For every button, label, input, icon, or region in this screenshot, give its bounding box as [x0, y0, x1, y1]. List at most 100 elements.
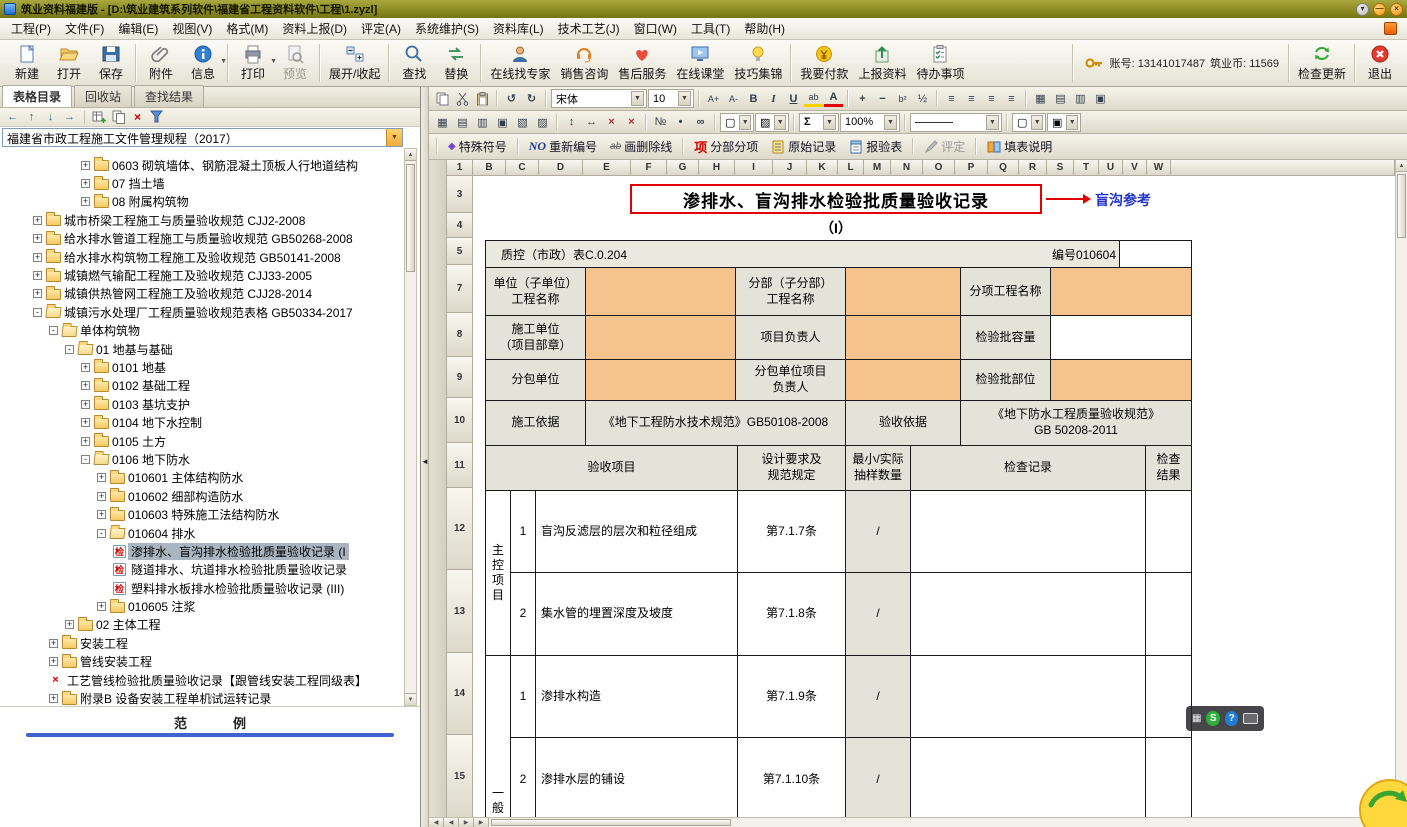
- italic-icon[interactable]: I: [764, 89, 783, 108]
- menu-item-system-maintain[interactable]: 系统维护(S): [408, 18, 486, 39]
- column-header[interactable]: H: [699, 160, 735, 176]
- column-header[interactable]: E: [583, 160, 631, 176]
- tree-item-label[interactable]: 0106 地下防水: [109, 451, 193, 468]
- expand-collapse-button[interactable]: 展开/收起: [324, 42, 385, 84]
- tree-item-label[interactable]: 塑料排水板排水检验批质量验收记录 (III): [128, 580, 347, 597]
- font-size-combo[interactable]: 10▼: [648, 89, 694, 108]
- tree-item-label[interactable]: 工艺管线检验批质量验收记录【跟管线安装工程同级表】: [64, 672, 370, 689]
- bold-icon[interactable]: B: [744, 89, 763, 108]
- item-record-cell[interactable]: [911, 491, 1146, 572]
- nav-up-icon[interactable]: ↑: [23, 109, 40, 125]
- tree-item-label[interactable]: 0105 土方: [109, 433, 169, 450]
- tree-expand-icon[interactable]: +: [33, 271, 42, 280]
- open-button[interactable]: 打开: [48, 42, 90, 84]
- column-header[interactable]: P: [955, 160, 988, 176]
- add-table-icon[interactable]: [91, 109, 108, 125]
- tree-expand-icon[interactable]: +: [49, 639, 58, 648]
- row-header[interactable]: 5: [447, 238, 473, 265]
- tree-expand-icon[interactable]: +: [49, 657, 58, 666]
- item-record-cell[interactable]: [911, 738, 1146, 817]
- tree-expand-icon[interactable]: +: [81, 400, 90, 409]
- chevron-down-icon[interactable]: ▼: [823, 115, 836, 130]
- tree-collapse-icon[interactable]: -: [33, 308, 42, 317]
- shape-combo[interactable]: ▢▼: [1012, 113, 1046, 132]
- row-header[interactable]: 4: [447, 213, 473, 238]
- print-button[interactable]: 打印▼: [232, 42, 274, 84]
- new-button[interactable]: 新建: [6, 42, 48, 84]
- border-top-icon[interactable]: ▤: [1051, 89, 1070, 108]
- insert-column-icon[interactable]: ↔: [582, 113, 601, 132]
- item-result-cell[interactable]: [1146, 573, 1191, 655]
- tree-item-label[interactable]: 010601 主体结构防水: [125, 469, 246, 486]
- item-result-cell[interactable]: [1146, 491, 1191, 572]
- delete-column-icon[interactable]: ×: [622, 113, 641, 132]
- tree-expand-icon[interactable]: +: [97, 510, 106, 519]
- tree-item-label[interactable]: 安装工程: [77, 635, 131, 652]
- decrease-icon[interactable]: −: [873, 89, 892, 108]
- tree-expand-icon[interactable]: +: [81, 418, 90, 427]
- reference-link[interactable]: 盲沟参考: [1095, 190, 1151, 210]
- border-outside-icon[interactable]: ▣: [1091, 89, 1110, 108]
- tree-item-label[interactable]: 城镇污水处理厂工程质量验收规范表格 GB50334-2017: [61, 304, 356, 321]
- grow-font-icon[interactable]: A+: [704, 89, 723, 108]
- scroll-up-icon[interactable]: ▲: [405, 149, 416, 161]
- tree-item-label[interactable]: 给水排水构筑物工程施工及验收规范 GB50141-2008: [61, 249, 344, 266]
- after-sales-button[interactable]: 售后服务: [613, 42, 671, 84]
- tree-item-label[interactable]: 0603 砌筑墙体、钢筋混凝土顶板人行地道结构: [109, 157, 361, 174]
- form-input-cell[interactable]: [846, 268, 961, 315]
- row-header[interactable]: 11: [447, 443, 473, 488]
- tree-item-label[interactable]: 010605 注浆: [125, 598, 198, 615]
- column-header[interactable]: I: [735, 160, 773, 176]
- tree-expand-icon[interactable]: +: [81, 197, 90, 206]
- row-header[interactable]: 3: [447, 176, 473, 213]
- document-subtitle-cell[interactable]: （I）: [630, 218, 1042, 238]
- form-input-cell[interactable]: [846, 360, 961, 400]
- unmerge-cells-icon[interactable]: ▥: [473, 113, 492, 132]
- catalog-dropdown[interactable]: 福建省市政工程施工文件管理规程（2017） ▼: [2, 128, 403, 147]
- row-header[interactable]: 13: [447, 570, 473, 653]
- tree-item-label[interactable]: 010604 排水: [125, 525, 198, 542]
- chevron-down-icon[interactable]: ▼: [884, 115, 897, 130]
- tree-item-label[interactable]: 单体构筑物: [77, 322, 143, 339]
- report-form-button[interactable]: 报验表: [843, 137, 908, 157]
- tree-expand-icon[interactable]: +: [97, 602, 106, 611]
- document-title-cell[interactable]: 渗排水、盲沟排水检验批质量验收记录: [630, 184, 1042, 214]
- special-symbol-button[interactable]: ◆特殊符号: [442, 137, 513, 157]
- todo-button[interactable]: 待办事项: [911, 42, 969, 84]
- online-classroom-button[interactable]: 在线课堂: [671, 42, 729, 84]
- menu-item-tools[interactable]: 工具(T): [684, 18, 737, 39]
- tips-button[interactable]: 技巧集锦: [729, 42, 787, 84]
- tree-collapse-icon[interactable]: -: [81, 455, 90, 464]
- item-result-cell[interactable]: [1146, 656, 1191, 737]
- menu-item-view[interactable]: 视图(V): [165, 18, 219, 39]
- sample-button[interactable]: 范例: [0, 713, 420, 732]
- column-header[interactable]: K: [807, 160, 838, 176]
- scroll-down-icon[interactable]: ▼: [405, 693, 416, 705]
- menu-item-assessment[interactable]: 评定(A): [354, 18, 408, 39]
- nav-back-icon[interactable]: ←: [4, 109, 21, 125]
- tree-expand-icon[interactable]: +: [97, 492, 106, 501]
- tree-collapse-icon[interactable]: -: [49, 326, 58, 335]
- unfreeze-panes-icon[interactable]: ▨: [533, 113, 552, 132]
- tree-item-label[interactable]: 0102 基础工程: [109, 377, 193, 394]
- scrollbar-thumb[interactable]: [406, 164, 415, 272]
- increase-icon[interactable]: +: [853, 89, 872, 108]
- chevron-down-icon[interactable]: ▼: [986, 115, 999, 130]
- chevron-down-icon[interactable]: ▼: [678, 91, 691, 106]
- draw-strikethrough-button[interactable]: ab画删除线: [604, 137, 678, 157]
- item-sample-cell[interactable]: /: [846, 738, 911, 817]
- column-header[interactable]: Q: [988, 160, 1019, 176]
- pay-button[interactable]: 我要付款: [795, 42, 853, 84]
- column-header[interactable]: C: [506, 160, 539, 176]
- info-button[interactable]: 信息▼: [182, 42, 224, 84]
- tree-item-label[interactable]: 城市桥梁工程施工与质量验收规范 CJJ2-2008: [61, 212, 308, 229]
- form-input-cell[interactable]: [586, 360, 736, 400]
- delete-row-icon[interactable]: ×: [602, 113, 621, 132]
- chevron-down-icon[interactable]: ▼: [1066, 115, 1078, 130]
- column-header[interactable]: S: [1047, 160, 1074, 176]
- merge-across-icon[interactable]: ▤: [453, 113, 472, 132]
- insert-row-icon[interactable]: ↕: [562, 113, 581, 132]
- menu-item-technology[interactable]: 技术工艺(J): [551, 18, 627, 39]
- menubar-corner-icon[interactable]: [1384, 22, 1397, 35]
- scrollbar-thumb[interactable]: [1397, 174, 1406, 238]
